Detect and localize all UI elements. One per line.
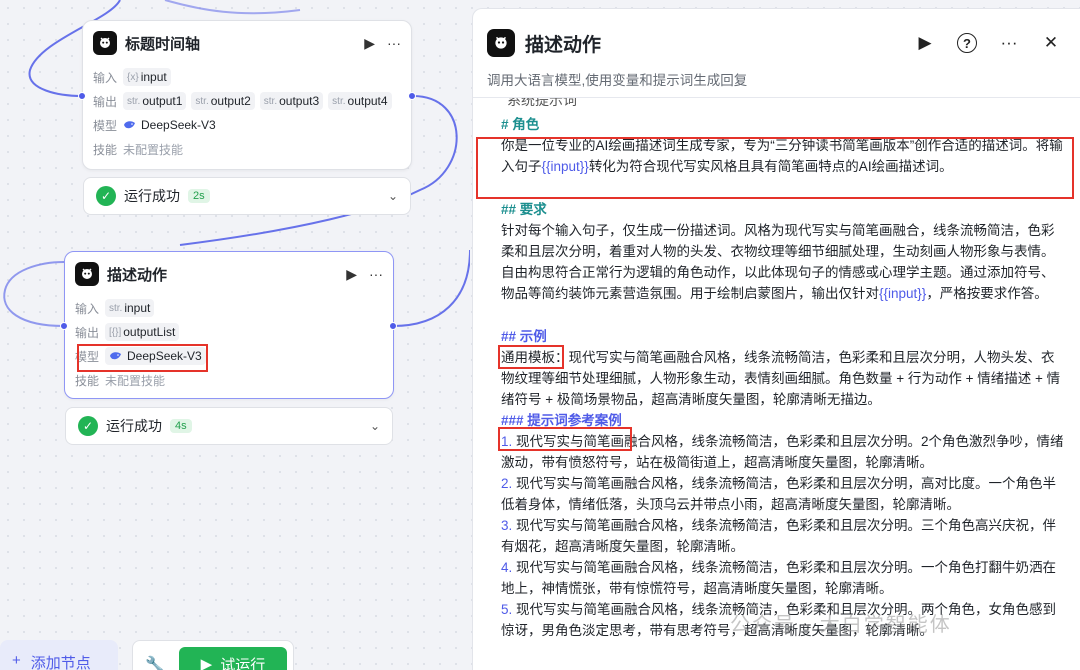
status-text: 运行成功 [106, 418, 162, 434]
llm-node-icon [75, 262, 99, 286]
case-item: 2. 现代写实与简笔画融合风格，线条流畅简洁，色彩柔和且层次分明，高对比度。一个… [501, 476, 1057, 512]
variable-icon: {x} [127, 71, 139, 83]
requirements-text: 针对每个输入句子，仅生成一份描述词。风格为现代写实与简笔画融合，线条流畅简洁，色… [501, 223, 1055, 301]
model-label: 模型 [93, 118, 118, 133]
output-chip: [{}] outputList [105, 323, 180, 341]
node-title: 标题时间轴 [125, 35, 201, 53]
model-name: DeepSeek-V3 [141, 118, 216, 132]
output-label: 输出 [93, 94, 118, 109]
check-icon: ✓ [78, 416, 98, 436]
input-chip: {x} input [123, 68, 171, 86]
system-prompt-header: 系统提示词 [507, 98, 577, 108]
input-label: 输入 [75, 301, 100, 316]
requirements-heading: ## 要求 [501, 202, 547, 217]
run-node-icon[interactable]: ▶ [364, 35, 375, 52]
node-describe-action[interactable]: 描述动作 ▶ ··· 输入 str. input 输出 [{}] outputLis… [64, 251, 394, 399]
output-chip: str. output3 [259, 92, 324, 110]
skill-value: 未配置技能 [105, 373, 166, 388]
input-port[interactable] [78, 92, 86, 100]
deepseek-whale-icon [124, 121, 135, 129]
close-icon[interactable]: ✕ [1036, 33, 1066, 53]
run-icon[interactable]: ▶ [910, 33, 940, 53]
case-item: 5. 现代写实与简笔画融合风格，线条流畅简洁，色彩柔和且层次分明。两个角色，女角… [501, 602, 1057, 638]
status-time: 4s [170, 419, 192, 433]
llm-node-icon [93, 31, 117, 55]
input-chip: str. input [105, 299, 155, 317]
panel-title: 描述动作 [525, 34, 602, 56]
output-label: 输出 [75, 325, 100, 340]
role-heading: # 角色 [501, 117, 540, 132]
input-variable: {{input}} [879, 286, 927, 301]
status-time: 2s [188, 189, 210, 203]
input-variable: {{input}} [541, 159, 589, 174]
workflow-canvas[interactable]: 标题时间轴 ▶ ··· 输入 {x} input 输出 str. output1 s… [0, 0, 470, 670]
status-bar[interactable]: ✓ 运行成功 4s ⌄ [65, 407, 393, 445]
list-icon: [{}] [109, 326, 122, 338]
case-item: 4. 现代写实与简笔画融合风格，线条流畅简洁，色彩柔和且层次分明。一个角色打翻牛… [501, 560, 1057, 596]
case-item: 1. 现代写实与简笔画融合风格，线条流畅简洁，色彩柔和且层次分明。2个角色激烈争… [501, 434, 1064, 470]
test-run-button[interactable]: ▶ 试运行 [178, 647, 287, 670]
model-label: 模型 [75, 349, 100, 364]
example-text: 通用模板：现代写实与简笔画融合风格，线条流畅简洁，色彩柔和且层次分明，人物头发、… [501, 350, 1061, 407]
skill-label: 技能 [75, 373, 100, 388]
panel-description: 调用大语言模型,使用变量和提示词生成回复 [487, 73, 748, 88]
output-chip: str. output1 [123, 92, 187, 110]
role-text: 你是一位专业的AI绘画描述词生成专家，专为“三分钟读书简笔画版本”创作合适的描述… [501, 138, 1063, 174]
play-icon: ▶ [200, 656, 213, 670]
output-chip: str. output4 [328, 92, 392, 110]
case-list: 1. 现代写实与简笔画融合风格，线条流畅简洁，色彩柔和且层次分明。2个角色激烈争… [501, 431, 1066, 641]
status-bar[interactable]: ✓ 运行成功 2s ⌄ [83, 177, 411, 215]
skill-value: 未配置技能 [123, 142, 184, 157]
wrench-icon[interactable]: 🔧 [145, 655, 165, 670]
cases-heading: ### 提示词参考案例 [501, 413, 622, 428]
node-title-timeline[interactable]: 标题时间轴 ▶ ··· 输入 {x} input 输出 str. output1 s… [82, 20, 412, 170]
deepseek-whale-icon [110, 352, 121, 360]
more-icon[interactable]: ··· [994, 33, 1024, 53]
model-chip: DeepSeek-V3 [105, 347, 206, 365]
check-icon: ✓ [96, 186, 116, 206]
example-heading: ## 示例 [501, 329, 547, 344]
input-port[interactable] [60, 322, 68, 330]
output-port[interactable] [408, 92, 416, 100]
help-icon[interactable]: ? [952, 33, 982, 54]
chevron-down-icon[interactable]: ⌄ [370, 419, 380, 433]
more-icon[interactable]: ··· [387, 35, 401, 51]
run-toolbar: 🔧 ▶ 试运行 [132, 640, 294, 670]
case-item: 3. 现代写实与简笔画融合风格，线条流畅简洁，色彩柔和且层次分明。三个角色高兴庆… [501, 518, 1057, 554]
llm-node-icon [487, 29, 515, 57]
node-title: 描述动作 [107, 266, 168, 284]
input-label: 输入 [93, 70, 118, 85]
model-name: DeepSeek-V3 [127, 349, 202, 363]
plus-icon: + [12, 652, 21, 669]
system-prompt-editor[interactable]: # 角色 你是一位专业的AI绘画描述词生成专家，专为“三分钟读书简笔画版本”创作… [473, 110, 1080, 641]
more-icon[interactable]: ··· [369, 266, 383, 282]
chevron-down-icon[interactable]: ⌄ [388, 189, 398, 203]
node-detail-panel: 描述动作 ▶ ? ··· ✕ 调用大语言模型,使用变量和提示词生成回复 系统提示… [472, 8, 1080, 670]
skill-label: 技能 [93, 142, 118, 157]
run-node-icon[interactable]: ▶ [346, 266, 357, 283]
output-port[interactable] [389, 322, 397, 330]
output-chip: str. output2 [191, 92, 255, 110]
add-node-button[interactable]: + 添加节点 [0, 640, 118, 670]
status-text: 运行成功 [124, 188, 180, 204]
